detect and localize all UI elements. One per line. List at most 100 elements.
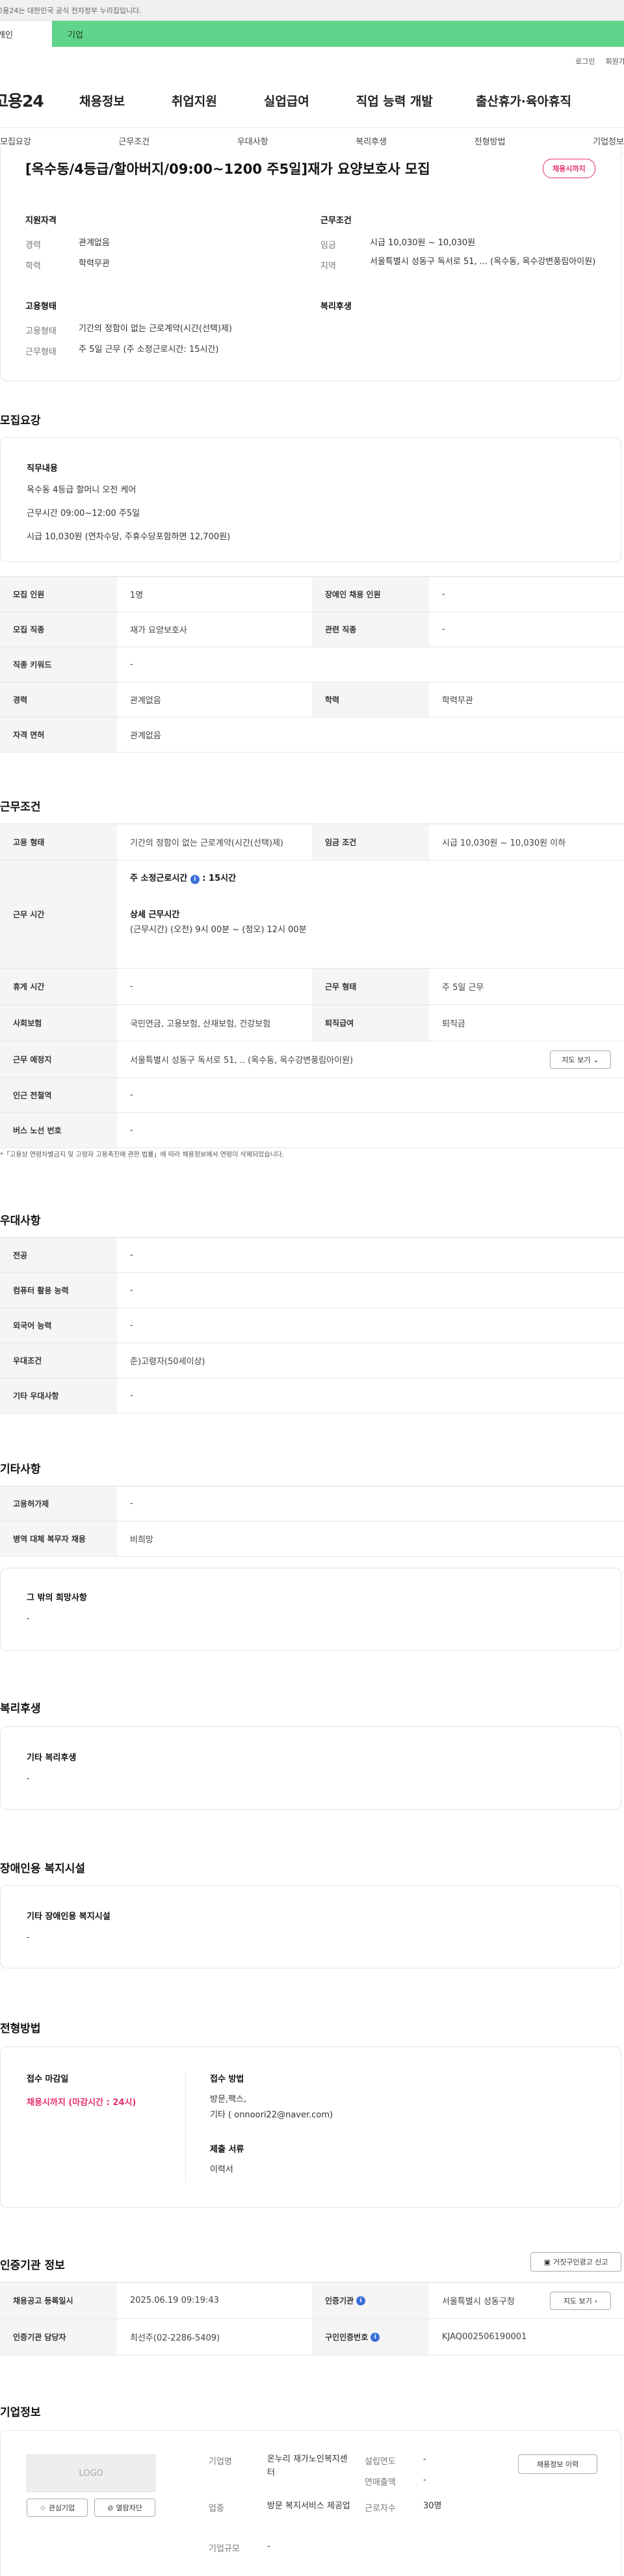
signup-link[interactable]: 회원가입 bbox=[606, 56, 624, 66]
job-title: [옥수동/4등급/할아버지/09:00~1200 주5일]재가 요양보호사 모집 bbox=[25, 161, 430, 177]
sales-label: 연매출액 bbox=[365, 2478, 396, 2488]
summary-card: [옥수동/4등급/할아버지/09:00~1200 주5일]재가 요양보호사 모집… bbox=[0, 147, 621, 381]
cell-value: 관계없음 bbox=[130, 696, 161, 706]
welfare-value: - bbox=[27, 1774, 30, 1784]
cert-id-label-cell: 구인인증번호 i bbox=[312, 2319, 429, 2355]
table-row: 휴게 시간 - 근무 형태 주 5일 근무 bbox=[0, 969, 624, 1005]
nav-parental-leave[interactable]: 출산휴가·육아휴직 bbox=[476, 92, 571, 109]
table-row: 고용 형태 기간의 정함이 없는 근로계약(시간(선택)제) 임금 조건 시급 … bbox=[0, 824, 624, 861]
region-label: 지역 bbox=[320, 262, 336, 271]
false-ad-report-button[interactable]: ▣ 거짓구인광고 신고 bbox=[530, 2252, 621, 2272]
welfare-section-heading: 복리후생 bbox=[0, 1702, 41, 1715]
login-link[interactable]: 로그인 bbox=[575, 56, 595, 66]
company-name-value: 온누리 재가노인복지센터 bbox=[267, 2454, 348, 2478]
site-logo[interactable]: 고용24 bbox=[0, 88, 70, 112]
table-row: 직종 키워드 - bbox=[0, 647, 624, 682]
cell-value: 준)고령자(50세이상) bbox=[130, 1357, 205, 1367]
tab-enterprise[interactable]: 기업 bbox=[52, 21, 624, 47]
cell-value: 시급 10,030원 ~ 10,030원 이하 bbox=[442, 839, 566, 848]
table-row: 인증기관 담당자 최선주(02-2286-5409) 구인인증번호 i KJAQ… bbox=[0, 2319, 624, 2355]
etc-heading: 기타사항 bbox=[0, 1463, 41, 1476]
industry-value: 방문 복지서비스 제공업 bbox=[267, 2501, 350, 2511]
cell-header: 고용 형태 bbox=[0, 824, 117, 860]
nav-vocational-training[interactable]: 직업 능력 개발 bbox=[356, 92, 433, 109]
condition-heading: 근무조건 bbox=[320, 216, 352, 226]
weekly-hours-label: 주 소정근로시간 bbox=[130, 874, 188, 883]
chevron-down-icon: ⌄ bbox=[593, 1055, 599, 1064]
anchor-work-condition[interactable]: 근무조건 bbox=[118, 135, 150, 147]
map-view-label: 지도 보기 bbox=[562, 1056, 591, 1064]
agency-map-button[interactable]: 지도 보기 › bbox=[550, 2292, 611, 2310]
anchor-company[interactable]: 기업정보 bbox=[593, 135, 624, 147]
weekly-hours-value: : 15시간 bbox=[202, 874, 237, 883]
duty-heading: 직무내용 bbox=[27, 464, 58, 474]
prefer-table: 전공 - 컴퓨터 활용 능력 - 외국어 능력 - 우대조건 준)고령자(50세… bbox=[0, 1237, 624, 1414]
cell-value: 서울특별시 성동구청 bbox=[442, 2297, 515, 2307]
table-row: 컴퓨터 활용 능력 - bbox=[0, 1273, 624, 1308]
anchor-preference[interactable]: 우대사항 bbox=[237, 135, 268, 147]
map-view-button[interactable]: 지도 보기 ⌄ bbox=[550, 1051, 611, 1069]
favorite-company-button[interactable]: ☆ 관심기업 bbox=[27, 2499, 88, 2517]
cell-header: 휴게 시간 bbox=[0, 969, 117, 1004]
cell-value: - bbox=[130, 1321, 133, 1330]
table-row: 버스 노선 번호 - bbox=[0, 1113, 624, 1148]
nav-unemployment-benefit[interactable]: 실업급여 bbox=[264, 92, 309, 109]
staff-label: 근로자수 bbox=[365, 2504, 396, 2514]
tab-personal[interactable]: 개인 bbox=[0, 21, 52, 47]
disabled-card: 기타 장애인용 복지시설 - bbox=[0, 1885, 621, 1968]
welfare-heading: 복리후생 bbox=[320, 302, 352, 312]
table-row: 전공 - bbox=[0, 1238, 624, 1273]
industry-label: 업종 bbox=[209, 2504, 224, 2514]
selection-divider bbox=[185, 2072, 186, 2182]
anchor-selection[interactable]: 전형방법 bbox=[474, 135, 506, 147]
table-row: 사회보험 국민연금, 고용보험, 산재보험, 건강보험 퇴직급여 퇴직금 bbox=[0, 1005, 624, 1041]
wage-value: 시급 10,030원 ~ 10,030원 bbox=[370, 238, 476, 248]
report-label: 거짓구인광고 신고 bbox=[552, 2258, 608, 2266]
logo-placeholder-text: LOGO bbox=[79, 2468, 103, 2478]
emp-type-label: 고용형태 bbox=[25, 327, 57, 336]
cell-value: - bbox=[130, 1499, 133, 1509]
agency-map-label: 지도 보기 bbox=[563, 2297, 592, 2305]
table-row: 자격 면허 관계없음 bbox=[0, 718, 624, 753]
cell-value: - bbox=[442, 589, 445, 599]
duty-line-2: 근무시간 09:00~12:00 주5일 bbox=[27, 509, 140, 518]
cell-value: 2025.06.19 09:19:43 bbox=[130, 2296, 219, 2305]
detail-hours-value: (근무시간) (오전) 9시 00분 ~ (정오) 12시 00분 bbox=[130, 925, 307, 935]
work-type-label: 근무형태 bbox=[25, 347, 57, 357]
anchor-recruit[interactable]: 모집요강 bbox=[0, 135, 31, 147]
recruit-heading: 모집요강 bbox=[0, 414, 41, 427]
anchor-welfare[interactable]: 복리후생 bbox=[356, 135, 387, 147]
work-table: 고용 형태 기간의 정함이 없는 근로계약(시간(선택)제) 임금 조건 시급 … bbox=[0, 824, 624, 1148]
block-view-button[interactable]: ⊘ 열람차단 bbox=[94, 2499, 155, 2517]
method-value: 방문,팩스, bbox=[210, 2095, 247, 2104]
company-heading: 기업정보 bbox=[0, 2406, 41, 2419]
block-label: 열람차단 bbox=[116, 2504, 142, 2512]
duty-line-1: 옥수동 4등급 할머니 오전 케어 bbox=[27, 485, 136, 495]
nav-employment-support[interactable]: 취업지원 bbox=[172, 92, 217, 109]
company-card: LOGO ☆ 관심기업 ⊘ 열람차단 기업명 온누리 재가노인복지센터 설립연도… bbox=[0, 2430, 621, 2576]
job-history-button[interactable]: 채용정보 이력 bbox=[518, 2454, 597, 2474]
table-row: 채용공고 등록일시 2025.06.19 09:19:43 인증기관 i 서울특… bbox=[0, 2283, 624, 2319]
cell-header: 관련 직종 bbox=[312, 612, 429, 647]
cell-header: 인근 전철역 bbox=[0, 1078, 117, 1112]
nav-job-info[interactable]: 채용정보 bbox=[79, 92, 125, 109]
agency-label-cell: 인증기관 i bbox=[312, 2283, 429, 2318]
edu-label: 학력 bbox=[25, 262, 41, 271]
cell-value: 국민연금, 고용보험, 산재보험, 건강보험 bbox=[130, 1019, 271, 1029]
cell-header: 컴퓨터 활용 능력 bbox=[0, 1273, 117, 1308]
info-icon[interactable]: i bbox=[190, 875, 200, 884]
cell-header: 기타 우대사항 bbox=[0, 1378, 117, 1413]
cell-header: 근무 시간 bbox=[0, 861, 117, 968]
agency-label: 인증기관 bbox=[325, 2296, 354, 2305]
table-row: 모집 인원 1명 장애인 채용 인원 - bbox=[0, 577, 624, 612]
other-wishes-value: - bbox=[27, 1614, 30, 1624]
company-logo-placeholder: LOGO bbox=[27, 2454, 155, 2492]
info-icon[interactable]: i bbox=[370, 2332, 380, 2342]
edu-value: 학력무관 bbox=[79, 259, 110, 269]
docs-value: 이력서 bbox=[210, 2165, 233, 2175]
cell-header: 전공 bbox=[0, 1238, 117, 1272]
founded-value: - bbox=[423, 2454, 426, 2464]
info-icon[interactable]: i bbox=[356, 2296, 366, 2305]
star-icon: ☆ bbox=[39, 2503, 46, 2512]
duty-line-3: 시급 10,030원 (연차수당, 주휴수당포함하면 12,700원) bbox=[27, 532, 231, 542]
